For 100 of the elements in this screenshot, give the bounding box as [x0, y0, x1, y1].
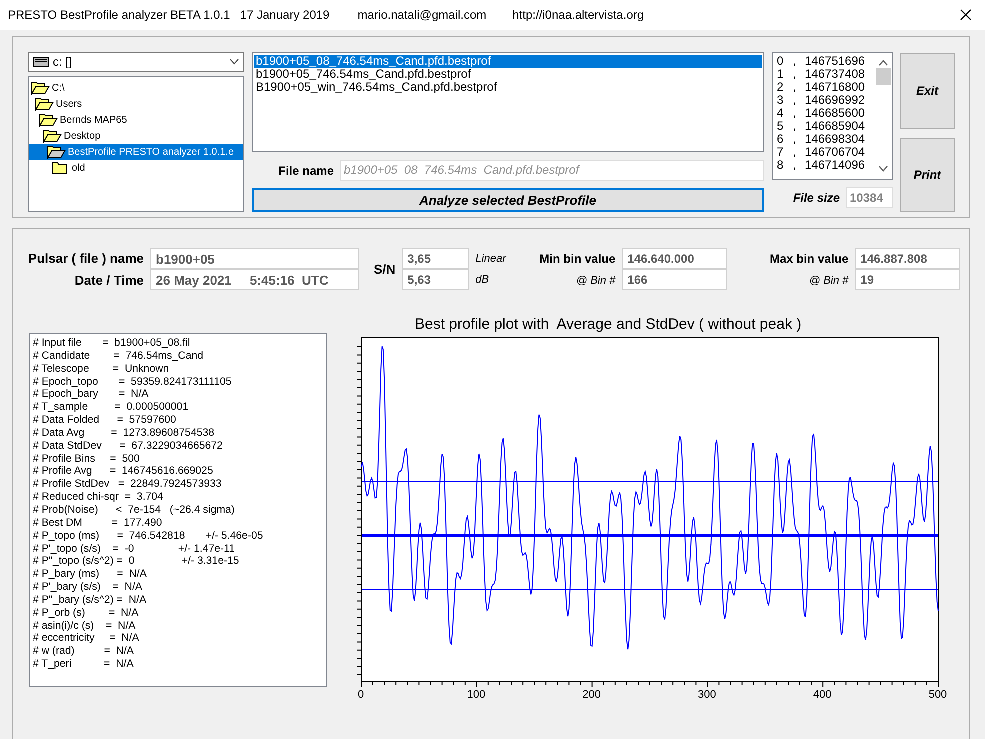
- bin-value: 146685904: [805, 120, 866, 133]
- snr-db-field: 5,63: [402, 269, 469, 290]
- bin-number-label: @ Bin #: [576, 274, 616, 287]
- scroll-thumb[interactable]: [876, 68, 891, 85]
- bin-value: 146716800: [805, 81, 866, 94]
- file-size-field: 10384: [846, 187, 893, 208]
- info-line: # eccentricity = N/A: [33, 632, 140, 646]
- folder-item[interactable]: BestProfile PRESTO analyzer 1.0.1.e: [29, 144, 243, 160]
- folder-item[interactable]: Bernds MAP65: [29, 112, 243, 128]
- info-line: # w (rad) = N/A: [33, 645, 135, 658]
- separator-comma: ,: [793, 120, 798, 133]
- bin-index: 2: [777, 81, 785, 94]
- bin-value: 146696992: [805, 94, 866, 107]
- info-line: # P_bary (ms) = N/A: [33, 568, 148, 582]
- info-line: # P_topo (ms) = 746.542818 +/- 5.46e-05: [33, 530, 264, 542]
- print-button[interactable]: Print: [900, 138, 955, 212]
- close-icon[interactable]: [960, 9, 972, 21]
- bin-index: 8: [777, 159, 785, 172]
- bin-value: 146737408: [805, 68, 866, 81]
- bin-index: 6: [777, 133, 785, 146]
- info-line: # Input file = b1900+05_08.fil: [33, 337, 192, 350]
- max-bin-value-field: 146.887.808: [854, 248, 960, 269]
- drive-value: c: []: [53, 55, 74, 69]
- file-item[interactable]: b1900+05_746.54ms_Cand.pfd.bestprof: [254, 68, 762, 81]
- bin-value: 146706704: [805, 146, 866, 159]
- folder-item[interactable]: C:\: [29, 80, 243, 96]
- info-line: # T_peri = N/A: [33, 658, 135, 671]
- separator-comma: ,: [793, 159, 798, 172]
- info-line: # P''_bary (s/s^2) = N/A: [33, 594, 148, 607]
- info-line: # Data Folded = 57597600: [33, 414, 178, 427]
- min-bin-value-label: Min bin value: [540, 252, 616, 266]
- info-line: # Candidate = 746.54ms_Cand: [33, 350, 204, 363]
- separator-comma: ,: [793, 81, 798, 94]
- info-line: # Profile Bins = 500: [33, 452, 141, 466]
- snr-linear-field: 3,65: [402, 248, 469, 269]
- scroll-down-icon[interactable]: [879, 166, 888, 172]
- separator-comma: ,: [793, 107, 798, 120]
- x-axis-label: 200: [582, 689, 601, 701]
- bin-value: 146751696: [805, 55, 866, 68]
- bin-number-label: @ Bin #: [809, 274, 849, 287]
- separator-comma: ,: [793, 68, 798, 81]
- pulsar-name-label: Pulsar ( file ) name: [28, 251, 144, 266]
- date-time-label: Date / Time: [74, 272, 144, 288]
- scroll-up-icon[interactable]: [879, 60, 888, 66]
- info-line: # Best DM = 177.490: [33, 516, 164, 530]
- x-axis-label: 0: [358, 689, 364, 701]
- bin-value: 146698304: [805, 133, 866, 146]
- open-folder-icon: [35, 97, 54, 111]
- file-size-label: File size: [792, 190, 840, 204]
- date-time-field: 26 May 2021 5:45:16 UTC: [150, 269, 359, 290]
- info-line: # Epoch_topo = 59359.824173111105: [33, 376, 233, 388]
- bin-index: 5: [777, 120, 785, 133]
- db-unit-label: dB: [476, 274, 490, 286]
- x-axis-label: 400: [813, 689, 832, 701]
- snr-label: S/N: [374, 261, 396, 279]
- x-axis-label: 500: [928, 689, 948, 701]
- info-line: # Telescope = Unknown: [33, 362, 170, 376]
- info-line: # Prob(Noise) < 7e-154 (~26.4 sigma): [33, 504, 236, 517]
- folder-item[interactable]: Users: [29, 96, 243, 112]
- website-url: http://i0naa.altervista.org: [512, 8, 644, 22]
- analyze-button[interactable]: Analyze selected BestProfile: [252, 188, 764, 212]
- plot-title: Best profile plot with Average and StdDev ( without peak ): [415, 315, 803, 335]
- folder-item[interactable]: Desktop: [29, 128, 243, 144]
- info-line: # Data StdDev = 67.3229034665672: [33, 440, 224, 453]
- info-line: # Data Avg = 1273.89608754538: [33, 426, 216, 440]
- bin-index: 4: [777, 107, 785, 120]
- open-folder-icon: [47, 145, 66, 159]
- info-line: # P''_topo (s/s^2) = 0 +/- 3.31e-15: [33, 555, 240, 568]
- bin-index: 0: [777, 55, 785, 68]
- info-line: # Profile StdDev = 22849.7924573933: [33, 478, 223, 492]
- info-line: # T_sample = 0.000500001: [33, 401, 190, 414]
- min-bin-value-field: 146.640.000: [622, 248, 727, 269]
- bin-value: 146714096: [805, 159, 866, 172]
- exit-button[interactable]: Exit: [900, 53, 955, 129]
- info-line: # Reduced chi-sqr = 3.704: [33, 491, 164, 504]
- bin-number-field: 166: [622, 269, 727, 290]
- release-date: 17 January 2019: [240, 8, 330, 22]
- file-item[interactable]: B1900+05_win_746.54ms_Cand.pfd.bestprof: [254, 81, 762, 94]
- open-folder-icon: [43, 129, 62, 143]
- author-email: mario.natali@gmail.com: [358, 8, 487, 22]
- bin-index: 7: [777, 146, 785, 159]
- file-name-label: File name: [278, 164, 334, 178]
- bin-index: 1: [777, 68, 785, 81]
- linear-unit-label: Linear: [476, 252, 508, 265]
- drive-dropdown[interactable]: c: []: [28, 52, 244, 72]
- window-title: PRESTO BestProfile analyzer BETA 1.0.1: [8, 8, 230, 22]
- separator-comma: ,: [793, 55, 798, 68]
- info-line: # asin(i)/c (s) = N/A: [33, 620, 137, 632]
- folder-item[interactable]: old: [29, 160, 243, 176]
- open-folder-icon: [31, 81, 50, 95]
- open-folder-icon: [39, 113, 58, 127]
- bin-index: 3: [777, 94, 785, 107]
- bin-value: 146685600: [805, 107, 866, 120]
- drive-icon: [33, 57, 49, 67]
- pulsar-name-field: b1900+05: [150, 248, 359, 269]
- bin-number-field: 19: [854, 269, 960, 290]
- file-item[interactable]: b1900+05_08_746.54ms_Cand.pfd.bestprof: [254, 55, 762, 68]
- info-line: # P'_topo (s/s) = -0 +/- 1.47e-11: [33, 542, 236, 556]
- chevron-down-icon: [230, 59, 239, 65]
- x-axis-label: 100: [467, 689, 486, 701]
